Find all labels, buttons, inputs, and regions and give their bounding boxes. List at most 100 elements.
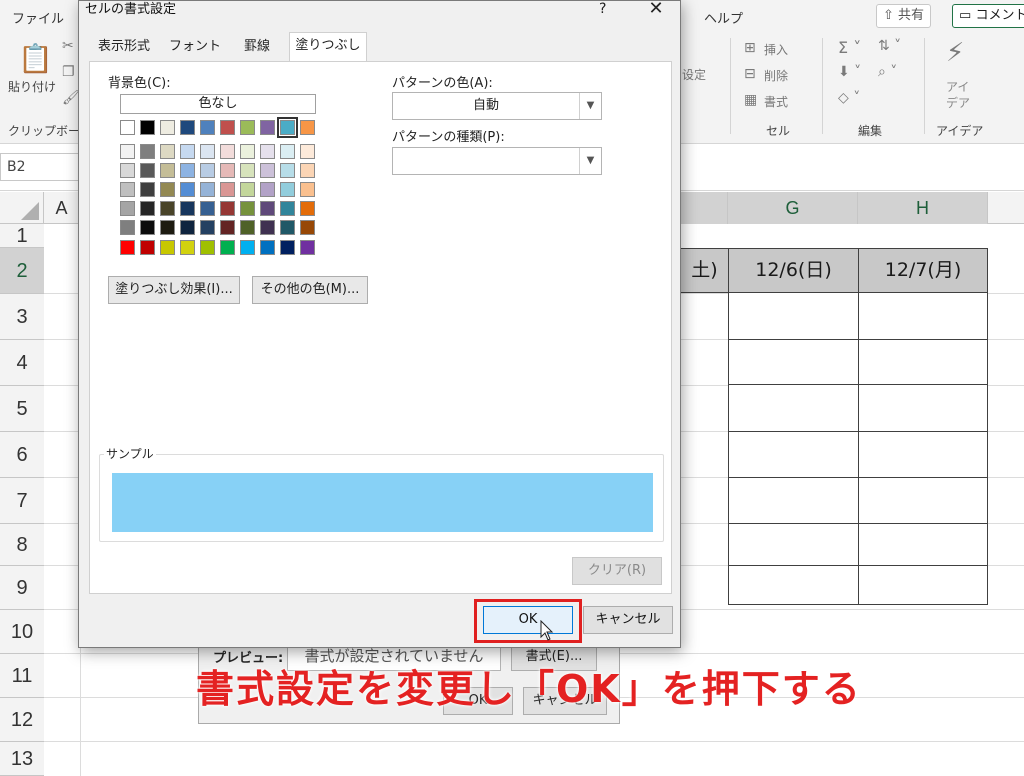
clear-icon[interactable]: ◇ ˅ — [838, 90, 860, 106]
color-swatch[interactable] — [180, 144, 195, 159]
tab-number[interactable]: 表示形式 — [87, 33, 161, 61]
color-swatch[interactable] — [200, 182, 215, 197]
column-header-h[interactable]: H — [858, 192, 988, 224]
help-icon[interactable]: ? — [599, 1, 606, 17]
color-swatch[interactable] — [240, 220, 255, 235]
row-header-7[interactable]: 7 — [0, 478, 44, 524]
color-swatch[interactable] — [180, 182, 195, 197]
color-swatch[interactable] — [220, 220, 235, 235]
table-cell[interactable] — [728, 523, 859, 566]
clear-button[interactable]: クリア(R) — [572, 557, 662, 585]
color-swatch[interactable] — [160, 240, 175, 255]
color-swatch[interactable] — [260, 163, 275, 178]
row-header-10[interactable]: 10 — [0, 610, 44, 654]
color-swatch[interactable] — [140, 163, 155, 178]
ideas-label-1[interactable]: アイ — [946, 78, 969, 95]
color-swatch[interactable] — [260, 240, 275, 255]
color-swatch[interactable] — [300, 144, 315, 159]
fill-effects-button[interactable]: 塗りつぶし効果(I)... — [108, 276, 240, 304]
select-all-corner[interactable] — [0, 192, 44, 224]
table-cell[interactable] — [728, 384, 859, 432]
color-swatch[interactable] — [300, 120, 315, 135]
color-swatch[interactable] — [140, 144, 155, 159]
tab-fill[interactable]: 塗りつぶし — [289, 32, 367, 62]
more-colors-button[interactable]: その他の色(M)... — [252, 276, 368, 304]
copy-icon[interactable]: ❐ — [62, 64, 75, 80]
color-swatch[interactable] — [180, 120, 195, 135]
tab-file[interactable]: ファイル — [12, 8, 64, 27]
color-swatch[interactable] — [280, 240, 295, 255]
tab-border[interactable]: 罫線 — [229, 33, 285, 61]
color-swatch[interactable] — [300, 163, 315, 178]
color-swatch[interactable] — [200, 220, 215, 235]
color-swatch[interactable] — [280, 201, 295, 216]
insert-cells-label[interactable]: 挿入 — [764, 41, 788, 58]
insert-cells-icon[interactable]: ⊞ — [744, 40, 756, 56]
color-swatch[interactable] — [180, 201, 195, 216]
color-swatch[interactable] — [280, 163, 295, 178]
row-header-8[interactable]: 8 — [0, 524, 44, 566]
color-swatch[interactable] — [140, 182, 155, 197]
table-cell[interactable] — [728, 477, 859, 524]
column-header-g[interactable]: G — [728, 192, 858, 224]
autosum-icon[interactable]: Σ ˅ — [838, 38, 861, 57]
color-swatch[interactable] — [180, 240, 195, 255]
row-header-5[interactable]: 5 — [0, 386, 44, 432]
color-swatch[interactable] — [120, 144, 135, 159]
column-header-a[interactable]: A — [44, 192, 80, 224]
color-swatch[interactable] — [280, 182, 295, 197]
row-header-13[interactable]: 13 — [0, 742, 44, 776]
color-swatch[interactable] — [220, 144, 235, 159]
color-swatch[interactable] — [260, 201, 275, 216]
color-swatch[interactable] — [220, 201, 235, 216]
color-swatch[interactable] — [160, 201, 175, 216]
delete-cells-icon[interactable]: ⊟ — [744, 66, 756, 82]
sort-filter-icon[interactable]: ⇅ ˅ — [878, 38, 901, 54]
color-swatch[interactable] — [120, 182, 135, 197]
cancel-button[interactable]: キャンセル — [583, 606, 673, 634]
color-swatch[interactable] — [240, 240, 255, 255]
color-swatch[interactable] — [200, 120, 215, 135]
color-swatch[interactable] — [160, 144, 175, 159]
color-swatch[interactable] — [260, 144, 275, 159]
color-swatch[interactable] — [260, 120, 275, 135]
find-select-icon[interactable]: ⌕ ˅ — [878, 64, 897, 80]
color-swatch[interactable] — [277, 117, 298, 138]
row-header-4[interactable]: 4 — [0, 340, 44, 386]
color-swatch[interactable] — [120, 120, 135, 135]
fill-icon[interactable]: ⬇ ˅ — [838, 64, 861, 80]
table-cell[interactable] — [728, 292, 859, 340]
table-cell[interactable] — [858, 523, 988, 566]
close-icon[interactable]: ✕ — [645, 0, 667, 19]
chevron-down-icon[interactable]: ▼ — [579, 93, 601, 119]
pattern-style-select[interactable]: ▼ — [392, 147, 602, 175]
color-swatch[interactable] — [220, 240, 235, 255]
color-swatch[interactable] — [140, 120, 155, 135]
paste-label[interactable]: 貼り付け — [8, 78, 56, 95]
color-swatch[interactable] — [160, 120, 175, 135]
color-swatch[interactable] — [220, 163, 235, 178]
color-swatch[interactable] — [200, 163, 215, 178]
color-swatch[interactable] — [280, 220, 295, 235]
cell-f2[interactable]: 土) — [680, 248, 729, 293]
row-header-3[interactable]: 3 — [0, 294, 44, 340]
color-swatch[interactable] — [260, 182, 275, 197]
table-cell[interactable] — [858, 292, 988, 340]
table-cell[interactable] — [728, 565, 859, 605]
table-cell[interactable] — [858, 477, 988, 524]
row-header-9[interactable]: 9 — [0, 566, 44, 610]
color-swatch[interactable] — [160, 163, 175, 178]
no-color-button[interactable]: 色なし — [120, 94, 316, 114]
tab-help[interactable]: ヘルプ — [704, 8, 743, 27]
table-cell[interactable] — [728, 339, 859, 385]
chevron-down-icon[interactable]: ▼ — [579, 148, 601, 174]
color-swatch[interactable] — [220, 182, 235, 197]
tab-font[interactable]: フォント — [163, 33, 227, 61]
color-swatch[interactable] — [260, 220, 275, 235]
comment-button[interactable]: ▭ コメント — [952, 4, 1024, 28]
color-swatch[interactable] — [180, 220, 195, 235]
delete-cells-label[interactable]: 削除 — [764, 67, 788, 84]
color-swatch[interactable] — [280, 144, 295, 159]
row-header-11[interactable]: 11 — [0, 654, 44, 698]
table-cell[interactable] — [858, 339, 988, 385]
